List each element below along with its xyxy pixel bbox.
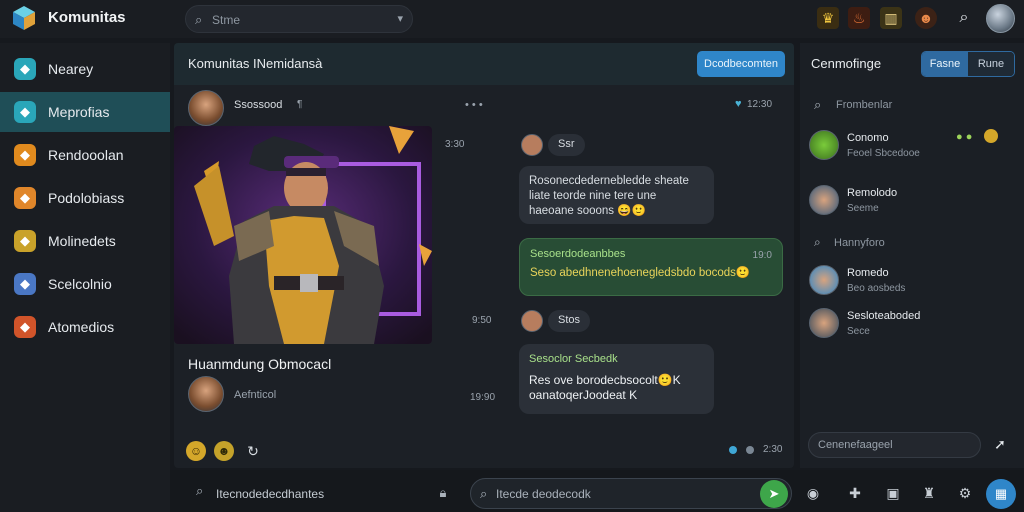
search-icon: ⌕ (480, 486, 488, 501)
right-search[interactable]: Frombenlar (836, 99, 892, 111)
toggle-option[interactable]: Fasne (922, 52, 968, 76)
sidebar-item[interactable]: ◆ Meprofias (0, 92, 170, 132)
contact-avatar (809, 308, 839, 338)
group-label: Hannyforo (834, 237, 885, 249)
coin-icon: ◆ (14, 144, 36, 166)
discord-icon[interactable]: ◉ (804, 484, 822, 502)
search-icon: ⌕ (196, 483, 204, 498)
post-caption: Huanmdung Obmocacl (188, 356, 332, 372)
top-bar (0, 0, 1024, 38)
chat-title: Komunitas INemidansà (188, 56, 323, 71)
contact-item[interactable]: Romedo Beo aosbeds (806, 262, 1016, 304)
right-toggle[interactable]: Fasne Rune (921, 51, 1015, 77)
star-icon: ◆ (14, 230, 36, 252)
top-search[interactable]: ⌕ Stme ▾ (185, 5, 413, 33)
emoji-icon[interactable]: ☺ (186, 441, 206, 461)
tv-icon[interactable]: ▣ (884, 484, 902, 502)
message-time: 3:30 (445, 139, 465, 150)
sidebar-item-label: Podolobiass (48, 190, 125, 206)
avatar-badge-icon[interactable]: ☻ (915, 7, 937, 29)
message-time: 9:50 (472, 315, 492, 326)
sidebar-item[interactable]: ◆ Molinedets (0, 221, 170, 261)
send-icon[interactable]: ➚ (990, 434, 1010, 454)
contact-avatar (809, 265, 839, 295)
shield-icon: ◆ (14, 316, 36, 338)
message-bubble: Rosonecdedernebledde sheate liate teorde… (519, 166, 714, 224)
post-author-name[interactable]: Aefnticol (234, 389, 276, 401)
sidebar-item[interactable]: ◆ Rendooolan (0, 135, 170, 175)
lock-icon[interactable]: 🔒︎ (435, 484, 451, 502)
reaction-icon: ● ● (956, 131, 973, 143)
sidebar-item-label: Meprofias (48, 104, 110, 120)
message-chip[interactable]: Ssr (548, 134, 585, 156)
search-placeholder: Stme (212, 13, 241, 27)
contact-item[interactable]: Conomo Feoel Sbcedooe ● ● (806, 127, 1016, 169)
compose-input[interactable]: ⌕ Itecde deodecodk (470, 478, 792, 509)
send-button[interactable]: ➤ (760, 480, 788, 508)
search-icon: ⌕ (814, 97, 822, 112)
trophy-icon[interactable]: ♛ (817, 7, 839, 29)
bottom-search[interactable]: Itecnodedecdhantes (216, 487, 324, 501)
sticker-icon[interactable]: ☻ (214, 441, 234, 461)
post-author-avatar[interactable] (188, 376, 224, 412)
message-time: 19:90 (470, 392, 496, 403)
right-panel (800, 43, 1024, 468)
emoji-icon (984, 129, 998, 143)
hero-character-image[interactable] (174, 126, 432, 344)
sidebar-item[interactable]: ◆ Podolobiass (0, 178, 170, 218)
sidebar-item-label: Rendooolan (48, 147, 124, 163)
contact-item[interactable]: Remolodo Seeme (806, 182, 1016, 224)
footer-status: 2:30 (763, 444, 783, 455)
author-name[interactable]: Ssossood (234, 99, 282, 111)
sidebar-item-label: Molinedets (48, 233, 116, 249)
user-avatar[interactable] (986, 4, 1015, 33)
right-panel-title: Cenmofinge (811, 56, 882, 71)
typing-dots-icon: • • • (465, 99, 483, 111)
online-dot-icon (729, 446, 737, 454)
group-icon: ⌕ (814, 235, 821, 249)
status-dot-icon (746, 446, 754, 454)
flame-icon[interactable]: ♨ (848, 7, 870, 29)
search-icon: ⌕ (195, 12, 203, 27)
search-icon[interactable]: ⌕ (953, 7, 975, 29)
message-avatar[interactable] (521, 310, 543, 332)
camera-icon[interactable]: ▦ (986, 479, 1016, 509)
author-avatar[interactable] (188, 90, 224, 126)
author-flag: ¶ (297, 99, 303, 110)
contact-item[interactable]: Sesloteaboded Sece (806, 305, 1016, 347)
right-message-input[interactable]: Cenenefaageel (808, 432, 981, 458)
message-avatar[interactable] (521, 134, 543, 156)
chat-icon: ◆ (14, 101, 36, 123)
sidebar-item[interactable]: ◆ Atomedios (0, 307, 170, 347)
trophy-icon[interactable]: ♜ (920, 484, 938, 502)
toggle-option[interactable]: Rune (968, 52, 1014, 76)
message-chip[interactable]: Stos (548, 310, 591, 332)
message-bubble-own: Sesoerdodeanbbes 19:0 Seso abedhnenehoen… (519, 238, 783, 296)
refresh-icon[interactable]: ↻ (243, 441, 263, 461)
heart-icon: ♥ (735, 98, 742, 110)
chevron-down-icon[interactable]: ▾ (397, 12, 403, 25)
message-bubble: Sesoclor Secbedk Res ove borodecbsocolt🙂… (519, 344, 714, 414)
settings-icon[interactable]: ⚙ (956, 484, 974, 502)
sword-icon: ◆ (14, 187, 36, 209)
controller-icon[interactable]: ✚ (846, 484, 864, 502)
cube-logo-icon (10, 4, 38, 32)
sidebar-item[interactable]: ◆ Scelcolnio (0, 264, 170, 304)
app-title: Komunitas (48, 9, 126, 26)
sidebar-item-label: Atomedios (48, 319, 115, 335)
contact-avatar (809, 130, 839, 160)
home-icon: ◆ (14, 58, 36, 80)
sidebar-item-label: Scelcolnio (48, 276, 112, 292)
sidebar-item-label: Nearey (48, 61, 94, 77)
chart-icon[interactable]: ▥ (880, 7, 902, 29)
sidebar-item[interactable]: ◆ Nearey (0, 49, 170, 89)
contact-avatar (809, 185, 839, 215)
status-time: 12:30 (747, 99, 773, 110)
header-action-button[interactable]: Dcodbecomten (697, 51, 785, 77)
globe-icon: ◆ (14, 273, 36, 295)
